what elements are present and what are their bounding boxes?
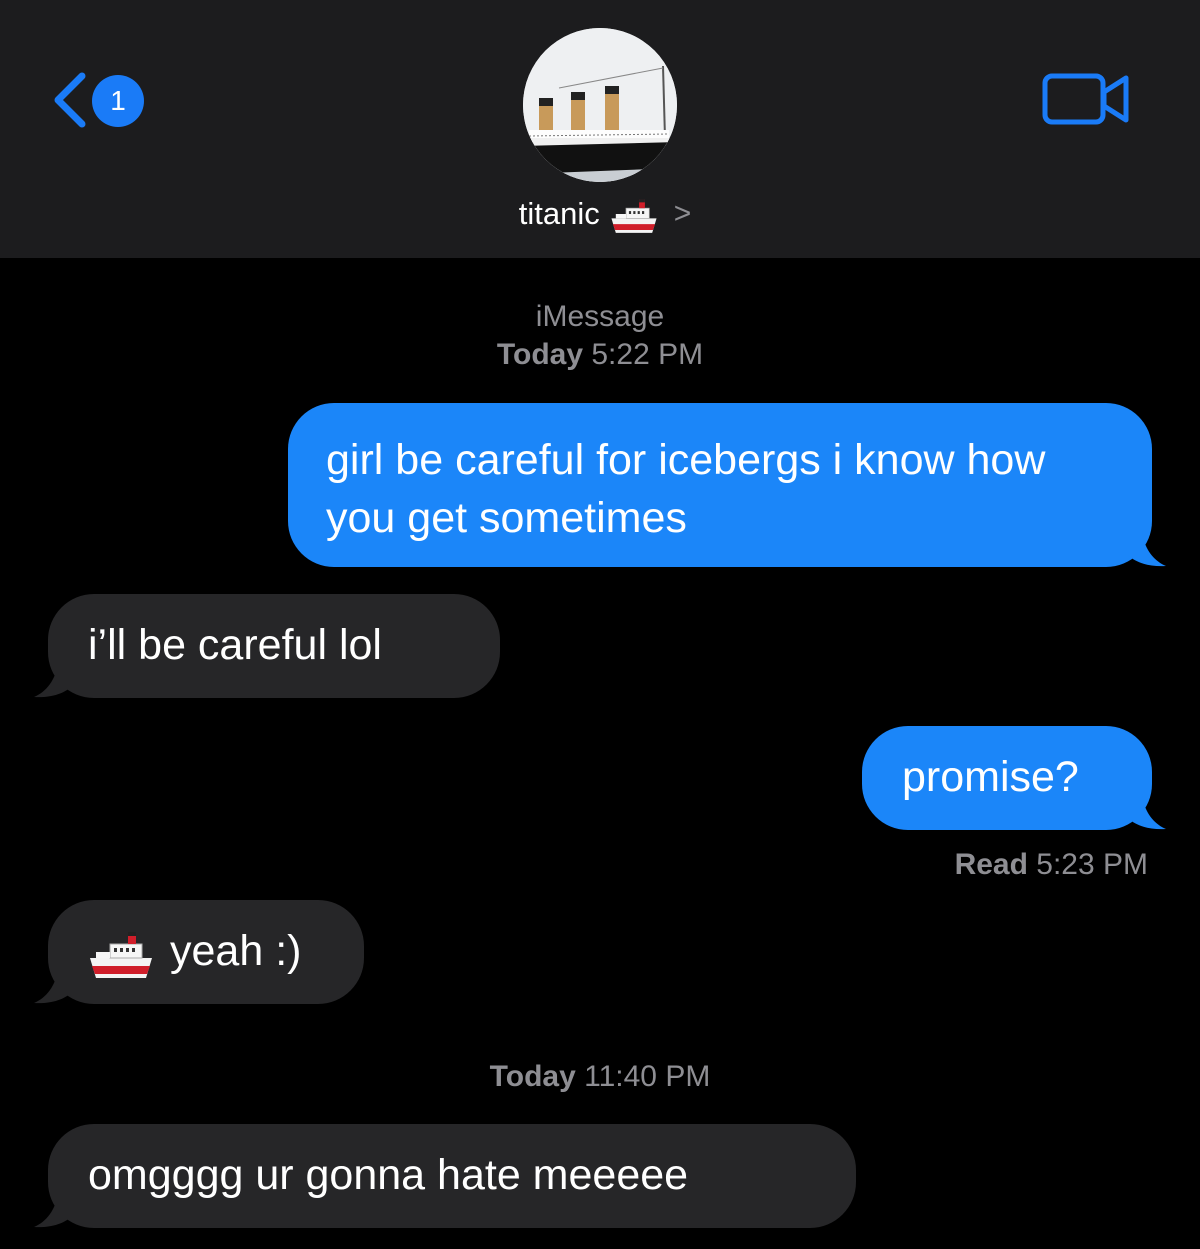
timestamp-day: Today	[496, 338, 584, 371]
message-text: i’ll be careful lol	[88, 621, 382, 669]
ship-icon	[611, 199, 657, 233]
ship-icon	[90, 932, 152, 978]
message-bubble-received[interactable]: yeah :)	[48, 900, 364, 1004]
read-label: Read	[954, 848, 1028, 881]
chevron-right-icon: >	[673, 197, 692, 230]
chevron-left-icon	[54, 72, 86, 128]
message-bubble-received[interactable]: omgggg ur gonna hate meeeee	[48, 1124, 856, 1228]
timestamp-time: 5:22 PM	[591, 338, 704, 371]
message-bubble-sent[interactable]: promise?	[862, 726, 1152, 830]
unread-count-badge: 1	[92, 75, 144, 127]
message-bubble-sent[interactable]: girl be careful for icebergs i know how …	[288, 403, 1152, 567]
service-label: iMessage	[535, 300, 665, 333]
contact-avatar[interactable]	[523, 28, 677, 182]
facetime-video-button[interactable]	[1042, 72, 1130, 126]
message-text: promise?	[902, 753, 1079, 801]
timestamp-header: Today 11:40 PM	[0, 1058, 1200, 1096]
message-bubble-received[interactable]: i’ll be careful lol	[48, 594, 500, 698]
read-receipt: Read 5:23 PM	[955, 846, 1148, 884]
read-time: 5:23 PM	[1036, 848, 1148, 881]
ship-photo	[523, 28, 677, 182]
contact-name: titanic	[518, 196, 600, 231]
back-button[interactable]: 1	[46, 68, 156, 132]
message-text: girl be careful for icebergs i know how …	[326, 436, 1046, 542]
message-text: omgggg ur gonna hate meeeee	[88, 1151, 689, 1199]
timestamp-time: 11:40 PM	[584, 1060, 711, 1093]
bubble-tail	[34, 1192, 72, 1228]
video-camera-icon	[1042, 73, 1129, 125]
message-text: yeah :)	[170, 927, 302, 975]
bubble-tail	[34, 968, 72, 1004]
timestamp-day: Today	[489, 1060, 576, 1093]
timestamp-header: Today 5:22 PM	[0, 336, 1200, 374]
bubble-tail	[1128, 531, 1166, 567]
bubble-tail	[34, 662, 72, 698]
bubble-tail	[1128, 794, 1166, 830]
conversation-header: 1 titanic >	[0, 0, 1200, 258]
contact-info-button[interactable]: titanic >	[0, 192, 1200, 236]
